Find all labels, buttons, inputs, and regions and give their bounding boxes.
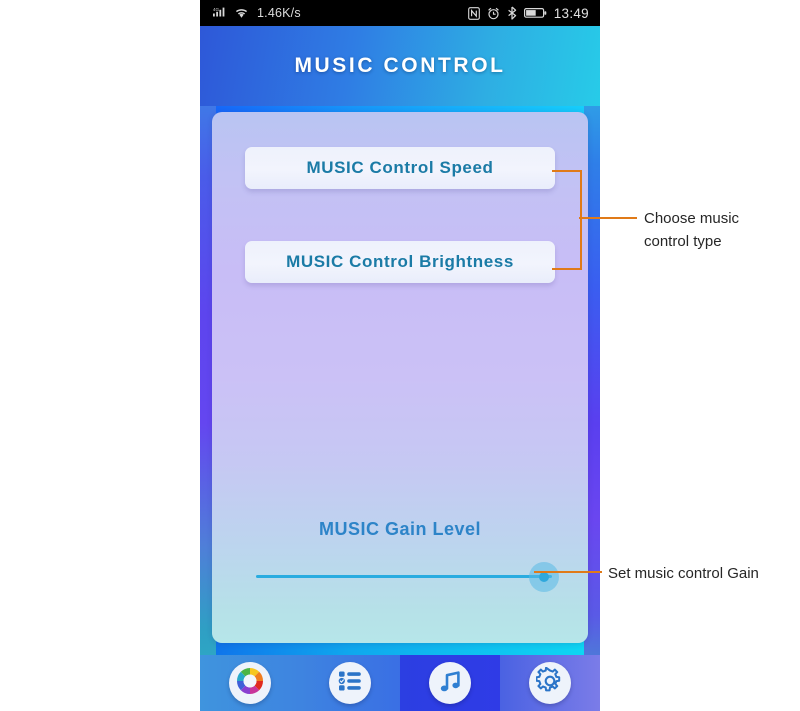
- svg-text:4G: 4G: [213, 7, 220, 12]
- annotation-line-1: Choose music: [644, 210, 740, 227]
- content-card: MUSIC Control Speed MUSIC Control Bright…: [212, 112, 588, 643]
- nav-circle: [229, 662, 271, 704]
- wifi-icon: [234, 7, 249, 20]
- page-title: MUSIC CONTROL: [294, 54, 506, 77]
- status-bar: 4G 1.46K/s 13:49: [200, 0, 600, 26]
- bluetooth-icon: [507, 6, 517, 20]
- bottom-navigation: [200, 655, 600, 711]
- list-icon: [336, 667, 364, 700]
- slider-thumb[interactable]: [529, 562, 559, 592]
- annotation-choose-music-control-type: Choose music control type: [644, 207, 739, 253]
- gain-level-label: MUSIC Gain Level: [318, 519, 482, 539]
- phone-screenshot: 4G 1.46K/s 13:49 MUSIC CONTROL MUSIC Con…: [200, 0, 600, 711]
- alarm-icon: [487, 7, 500, 20]
- annotation-set-music-control-gain: Set music control Gain: [608, 562, 759, 585]
- annotation-leader-slider: [534, 571, 602, 573]
- annotation-line-1: Set music control Gain: [608, 565, 759, 582]
- nav-item-settings[interactable]: [500, 655, 600, 711]
- music-gain-slider[interactable]: [256, 562, 559, 592]
- music-control-speed-button[interactable]: MUSIC Control Speed: [245, 147, 555, 189]
- signal-4g-icon: 4G: [213, 6, 228, 20]
- color-wheel-icon: [234, 665, 266, 702]
- battery-icon: [523, 7, 547, 19]
- nav-circle: [329, 662, 371, 704]
- music-note-icon: [436, 667, 464, 700]
- slider-track[interactable]: [256, 575, 552, 578]
- nav-item-list[interactable]: [300, 655, 400, 711]
- nav-item-color-wheel[interactable]: [200, 655, 300, 711]
- clock-label: 13:49: [553, 5, 589, 21]
- annotation-leader-buttons: [579, 217, 637, 219]
- music-control-speed-label: MUSIC Control Speed: [306, 158, 494, 177]
- nav-circle: [429, 662, 471, 704]
- nav-circle: [529, 662, 571, 704]
- nav-item-music[interactable]: [400, 655, 500, 711]
- app-header: MUSIC CONTROL: [200, 26, 600, 106]
- music-control-brightness-label: MUSIC Control Brightness: [286, 252, 514, 271]
- music-control-brightness-button[interactable]: MUSIC Control Brightness: [245, 241, 555, 283]
- nfc-icon: [467, 6, 480, 20]
- network-speed-label: 1.46K/s: [257, 6, 301, 20]
- annotation-bracket-buttons: [552, 170, 582, 270]
- gear-icon: [535, 666, 564, 700]
- annotation-line-2: control type: [644, 233, 722, 250]
